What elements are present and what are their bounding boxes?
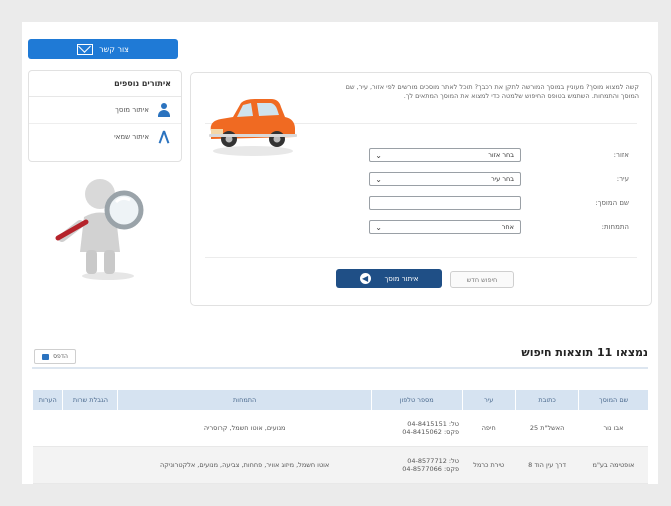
table-row[interactable]: אבו נור האשל"ת 25 חיפה טל: 04-8415151 פק… xyxy=(32,410,648,447)
arrow-left-icon: ◀ xyxy=(359,273,371,284)
column-header[interactable]: התמחות xyxy=(117,390,372,410)
sidebar-item-label: איתור שמאי xyxy=(114,133,149,141)
chevron-down-icon: ⌄ xyxy=(375,151,382,160)
specialty-select[interactable]: אחר ⌄ xyxy=(369,220,521,234)
specialty-cell: מנועים, אוטו חשמל, קרוסריה xyxy=(117,410,372,447)
column-header[interactable]: שם המוסך xyxy=(578,390,648,410)
service-limit-cell xyxy=(62,410,118,447)
search-panel: קשה למצוא מוסך? מעוניין במוסך המורשה לתק… xyxy=(190,72,652,306)
city-cell: חיפה xyxy=(462,410,516,447)
garage-name-cell: אבו נור xyxy=(578,410,648,447)
specialty-select-value: אחר xyxy=(501,223,514,231)
results-divider xyxy=(32,367,648,369)
garage-name-cell: אופטימה בע"מ xyxy=(578,446,648,484)
reset-button-label: חיפוש חדש xyxy=(466,275,498,284)
region-select[interactable]: בחר אזור ⌄ xyxy=(369,148,521,162)
column-header[interactable]: כתובת xyxy=(514,390,579,410)
results-title: נמצאו 11 תוצאות חיפוש xyxy=(521,346,648,359)
phone-cell: טל: 04-8577712 פקס: 04-8577066 xyxy=(371,446,463,484)
chevron-down-icon: ⌄ xyxy=(375,223,382,232)
garage-name-label: שם המוסך: xyxy=(595,199,629,207)
region-select-value: בחר אזור xyxy=(488,151,514,159)
garage-name-row: שם המוסך: xyxy=(369,195,629,211)
panel-divider xyxy=(205,257,637,258)
notes-cell xyxy=(32,446,63,484)
search-button[interactable]: איתור מוסך ◀ xyxy=(336,269,442,288)
sidebar-item-garage-search[interactable]: איתור מוסך xyxy=(29,97,181,124)
address-cell: דרך עין הוד 8 xyxy=(515,446,579,484)
contact-button-label: צור קשר xyxy=(99,44,129,54)
region-row: אזור: בחר אזור ⌄ xyxy=(369,147,629,163)
region-label: אזור: xyxy=(613,151,629,159)
person-icon xyxy=(157,103,171,117)
specialty-label: התמחות: xyxy=(601,223,629,231)
sidebar-item-label: איתור מוסך xyxy=(115,106,149,114)
specialty-row: התמחות: אחר ⌄ xyxy=(369,219,629,235)
reset-button[interactable]: חיפוש חדש xyxy=(450,271,514,288)
print-button-label: הדפס xyxy=(53,353,68,360)
column-header[interactable]: הערות xyxy=(31,390,63,410)
service-limit-cell xyxy=(62,446,118,484)
print-button[interactable]: הדפס xyxy=(34,349,76,364)
car-illustration xyxy=(209,99,297,156)
search-button-label: איתור מוסך xyxy=(384,274,419,283)
envelope-icon xyxy=(77,43,94,55)
sidebar: איתורים נוספים איתור מוסך איתור שמאי xyxy=(28,70,182,162)
contact-button[interactable]: צור קשר xyxy=(28,39,178,59)
sidebar-item-appraiser-search[interactable]: איתור שמאי xyxy=(29,124,181,150)
column-header[interactable]: הגבלת שרות xyxy=(62,390,118,410)
city-row: עיר: בחר עיר ⌄ xyxy=(369,171,629,187)
address-cell: האשל"ת 25 xyxy=(515,410,579,447)
notes-cell xyxy=(32,410,63,447)
garage-name-input[interactable] xyxy=(369,196,521,210)
results-header-row: שם המוסך כתובת עיר מספר טלפון התמחות הגב… xyxy=(31,390,648,410)
city-label: עיר: xyxy=(616,175,629,183)
printer-icon xyxy=(42,353,50,360)
column-header[interactable]: מספר טלפון xyxy=(370,390,463,410)
city-select-value: בחר עיר xyxy=(491,175,514,183)
magnifier-figure-illustration xyxy=(55,179,144,280)
specialty-cell: אוטו חשמל, מיזוג אוויר, פחחות, צביעה, מנ… xyxy=(117,446,372,484)
city-select[interactable]: בחר עיר ⌄ xyxy=(369,172,521,186)
results-table: שם המוסך כתובת עיר מספר טלפון התמחות הגב… xyxy=(31,390,648,484)
city-cell: טירת כרמל xyxy=(462,446,516,484)
table-row[interactable]: אופטימה בע"מ דרך עין הוד 8 טירת כרמל טל:… xyxy=(32,446,648,484)
column-header[interactable]: עיר xyxy=(461,390,516,410)
page: צור קשר איתורים נוספים איתור מוסך איתור … xyxy=(22,22,658,484)
phone-cell: טל: 04-8415151 פקס: 04-8415062 xyxy=(371,410,463,447)
chevron-down-icon: ⌄ xyxy=(375,175,382,184)
compass-icon xyxy=(157,130,171,144)
search-intro-text: קשה למצוא מוסך? מעוניין במוסך המורשה לתק… xyxy=(345,83,639,100)
sidebar-title: איתורים נוספים xyxy=(29,71,181,97)
